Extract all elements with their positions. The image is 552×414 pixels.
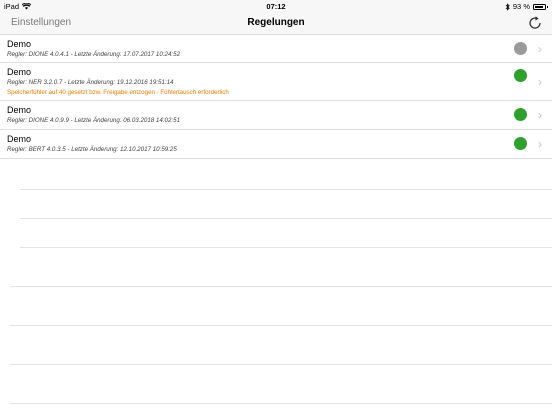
refresh-icon[interactable] <box>527 15 543 31</box>
status-dot <box>514 42 527 55</box>
chevron-right-icon: › <box>538 137 542 151</box>
row-subtitle: Regler: NER 3.2.0.7 - Letzte Änderung: 1… <box>7 79 174 86</box>
row-title: Demo <box>7 39 32 49</box>
battery-fill <box>535 5 543 8</box>
list-item[interactable]: Demo Regler: DIONE 4.0.9.9 - Letzte Ände… <box>0 101 552 130</box>
battery-percent: 93 % <box>512 2 530 11</box>
row-warning: Speicherfühler auf 40 gesetzt bzw. Freig… <box>7 89 229 96</box>
status-dot <box>514 69 527 82</box>
empty-row-separator <box>20 247 552 248</box>
bluetooth-icon <box>505 2 510 11</box>
status-dot <box>514 108 527 121</box>
row-subtitle: Regler: DIONE 4.0.9.9 - Letzte Änderung:… <box>7 117 181 124</box>
empty-row-separator <box>10 364 552 365</box>
clock: 07:12 <box>266 2 286 11</box>
empty-row-separator <box>10 325 552 326</box>
page-title: Regelungen <box>247 17 305 28</box>
chevron-right-icon: › <box>538 42 542 56</box>
empty-row-separator <box>10 286 552 287</box>
empty-row-separator <box>20 218 552 219</box>
row-subtitle: Regler: DIONE 4.0.4.1 - Letzte Änderung:… <box>7 51 181 58</box>
row-title: Demo <box>7 67 32 77</box>
chevron-right-icon: › <box>538 75 542 89</box>
row-title: Demo <box>7 105 32 115</box>
list-item[interactable]: Demo Regler: NER 3.2.0.7 - Letzte Änderu… <box>0 63 552 101</box>
navigation-bar: Einstellungen Regelungen <box>0 12 552 35</box>
list-item[interactable]: Demo Regler: DIONE 4.0.4.1 - Letzte Ände… <box>0 35 552 63</box>
empty-row-separator <box>20 189 552 190</box>
empty-row-separator <box>10 403 552 404</box>
controller-list: Demo Regler: DIONE 4.0.4.1 - Letzte Ände… <box>0 35 552 159</box>
row-subtitle: Regler: BERT 4.0.3.5 - Letzte Änderung: … <box>7 146 177 153</box>
status-bar: iPad 07:12 93 % <box>0 0 552 12</box>
list-item[interactable]: Demo Regler: BERT 4.0.3.5 - Letzte Änder… <box>0 130 552 159</box>
status-right: 93 % <box>505 2 548 11</box>
row-title: Demo <box>7 134 32 144</box>
battery-icon <box>533 3 548 10</box>
chevron-right-icon: › <box>538 108 542 122</box>
status-dot <box>514 137 527 150</box>
